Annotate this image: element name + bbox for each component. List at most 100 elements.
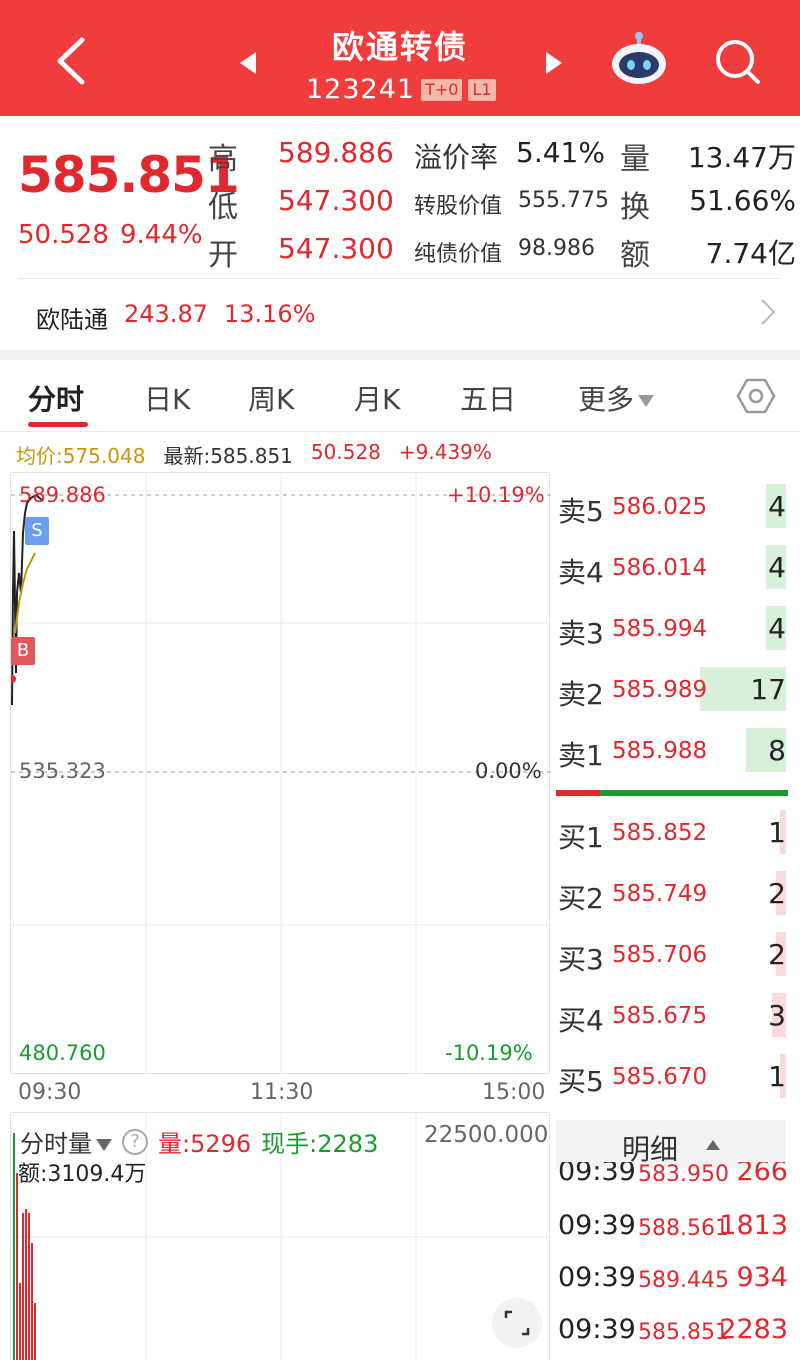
ask-volume: 8	[768, 734, 786, 767]
chart-zero-pct: 0.00%	[475, 759, 542, 783]
volume-type-selector[interactable]: 分时量	[20, 1124, 112, 1159]
detail-time: 09:39	[558, 1210, 636, 1241]
high-label: 高	[208, 142, 238, 177]
ask-label: 卖2	[558, 678, 604, 711]
active-tab-indicator	[28, 422, 88, 427]
next-item-icon[interactable]	[544, 50, 564, 76]
chart-settings-icon[interactable]	[736, 376, 776, 416]
chart-high-price: 589.886	[19, 483, 106, 507]
ask-row: 卖1 585.988 8	[556, 726, 788, 776]
detail-time: 09:39	[558, 1162, 636, 1187]
collapse-arrow-icon	[706, 1140, 720, 1150]
bid-volume: 2	[768, 877, 786, 910]
volume-bar	[13, 1133, 15, 1360]
chart-info-line: 均价:575.048 最新:585.851 50.528 +9.439%	[16, 440, 492, 469]
open-label: 开	[208, 238, 238, 273]
tab-more-label: 更多	[578, 383, 635, 416]
search-icon[interactable]	[714, 38, 762, 86]
low-value: 547.300	[278, 184, 394, 217]
ask-volume: 4	[768, 612, 786, 645]
turnover-value: 51.66%	[689, 184, 796, 217]
stock-pct: 13.16%	[223, 300, 316, 328]
amount-label: 额	[620, 238, 650, 273]
bid-label: 买4	[558, 1004, 604, 1037]
bid-volume: 2	[768, 938, 786, 971]
tab-more[interactable]: 更多	[578, 378, 655, 418]
detail-time: 09:39	[558, 1262, 636, 1293]
detail-header[interactable]: 明细	[556, 1120, 786, 1168]
tab-intraday[interactable]: 分时	[28, 378, 84, 418]
chart-prev-close: 535.323	[19, 759, 106, 783]
bond-value: 98.986	[518, 236, 595, 261]
tab-weekly-k[interactable]: 周K	[248, 378, 294, 418]
tab-five-day[interactable]: 五日	[460, 378, 516, 418]
amount-value: 7.74亿	[705, 237, 796, 270]
bid-price: 585.706	[612, 942, 708, 968]
chart-low-price: 480.760	[19, 1041, 106, 1065]
tab-monthly-k[interactable]: 月K	[354, 378, 400, 418]
ask-label: 卖5	[558, 495, 604, 528]
latest-price: 最新:585.851	[163, 444, 293, 468]
expand-icon[interactable]	[492, 1298, 542, 1348]
previous-item-icon[interactable]	[238, 50, 258, 76]
detail-time: 09:39	[558, 1314, 636, 1345]
stock-name: 欧陆通	[36, 306, 108, 334]
help-icon[interactable]: ?	[122, 1128, 148, 1155]
bid-price: 585.670	[612, 1064, 708, 1090]
ask-volume: 4	[768, 490, 786, 523]
volume-label: 量	[620, 142, 650, 177]
robot-assistant-icon[interactable]	[610, 30, 668, 86]
bid-row: 买3 585.706 2	[556, 930, 788, 980]
detail-row: 09:39 585.851 2283	[558, 1310, 788, 1350]
bond-code-row: 123241 T+0 L1	[306, 74, 496, 105]
open-value: 547.300	[278, 232, 394, 265]
volume-value: 量:5296	[158, 1130, 252, 1158]
conv-value: 555.775	[518, 188, 609, 213]
app-header: 欧通转债 123241 T+0 L1	[0, 0, 800, 116]
bid-label: 买5	[558, 1065, 604, 1098]
bid-label: 买2	[558, 882, 604, 915]
detail-row: 09:39 583.950 266	[558, 1162, 788, 1192]
volume-bar	[19, 1283, 21, 1360]
current-hand-value: 现手:2283	[261, 1130, 379, 1158]
bid-row: 买4 585.675 3	[556, 991, 788, 1041]
t0-badge: T+0	[421, 78, 463, 101]
detail-price: 589.445	[638, 1268, 729, 1293]
last-price: 585.851	[18, 146, 240, 204]
bid-price: 585.852	[612, 820, 708, 846]
bid-ask-ratio-bar	[556, 790, 788, 796]
turnover-label: 换	[620, 190, 650, 225]
chart-high-pct: +10.19%	[447, 483, 545, 507]
bid-label: 买3	[558, 943, 604, 976]
time-label-open: 09:30	[18, 1080, 82, 1105]
bid-volume: 1	[768, 816, 786, 849]
volume-type-label: 分时量	[20, 1130, 92, 1158]
bid-volume: 3	[768, 999, 786, 1032]
price-change: 50.528	[18, 220, 109, 250]
buy-marker: B	[11, 637, 35, 665]
volume-bar	[31, 1243, 33, 1360]
dropdown-arrow-icon	[96, 1139, 112, 1151]
detail-row: 09:39 588.561 1813	[558, 1206, 788, 1246]
tab-daily-k[interactable]: 日K	[144, 378, 190, 418]
chart-low-pct: -10.19%	[445, 1041, 533, 1065]
ask-price: 585.988	[612, 738, 708, 764]
info-change: 50.528	[310, 440, 381, 464]
ask-volume: 4	[768, 551, 786, 584]
underlying-stock-row[interactable]: 欧陆通 243.87 13.16%	[36, 299, 776, 335]
volume-bar	[34, 1303, 36, 1360]
bid-row: 买2 585.749 2	[556, 869, 788, 919]
volume-header: 分时量 ? 量:5296 现手:2283	[20, 1124, 378, 1159]
detail-price: 583.950	[638, 1162, 729, 1187]
divider	[18, 278, 780, 279]
intraday-chart[interactable]: 589.886 +10.19% 535.323 0.00% 480.760 -1…	[10, 472, 551, 1075]
time-label-noon: 11:30	[250, 1080, 314, 1105]
ask-row: 卖3 585.994 4	[556, 604, 788, 654]
ask-row: 卖4 586.014 4	[556, 543, 788, 593]
ask-price: 585.994	[612, 616, 708, 642]
bid-volume: 1	[768, 1060, 786, 1093]
volume-bar	[16, 1173, 18, 1360]
bid-row: 买5 585.670 1	[556, 1052, 788, 1102]
avg-price: 均价:575.048	[16, 444, 146, 468]
volume-bar	[25, 1209, 27, 1360]
